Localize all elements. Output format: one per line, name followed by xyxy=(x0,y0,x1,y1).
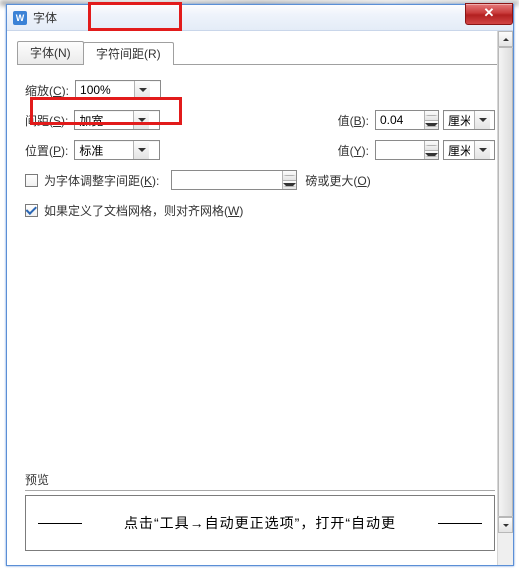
dialog-title: 字体 xyxy=(33,9,57,26)
chevron-down-icon xyxy=(479,148,487,152)
arrow-up-icon xyxy=(425,145,438,146)
close-icon: ✕ xyxy=(484,5,495,20)
scale-combo[interactable] xyxy=(75,80,161,100)
tab-bar: 字体(N) 字符间距(R) xyxy=(17,41,503,65)
value-y-spinner[interactable] xyxy=(375,140,439,160)
position-input[interactable] xyxy=(75,141,133,159)
scroll-thumb[interactable] xyxy=(498,47,513,517)
chevron-down-icon xyxy=(138,148,146,152)
kerning-down[interactable] xyxy=(283,181,296,190)
unit-y-input[interactable] xyxy=(444,141,474,159)
kerning-input[interactable] xyxy=(172,171,282,189)
kerning-up[interactable] xyxy=(283,171,296,181)
spacing-combo[interactable] xyxy=(74,110,160,130)
value-b-spinner[interactable] xyxy=(375,110,439,130)
chevron-down-icon xyxy=(139,88,147,92)
chevron-down-icon xyxy=(138,118,146,122)
preview-label: 预览 xyxy=(25,471,495,491)
titlebar[interactable]: W 字体 ✕ xyxy=(7,5,513,31)
app-icon: W xyxy=(13,11,27,25)
unit-b-combo[interactable] xyxy=(443,110,495,130)
row-scale: 缩放(C): xyxy=(25,79,495,101)
row-snap-grid: 如果定义了文档网格，则对齐网格(W) xyxy=(25,199,495,221)
kerning-spinner[interactable] xyxy=(171,170,297,190)
arrow-down-icon xyxy=(425,123,438,127)
vertical-scrollbar[interactable] xyxy=(497,31,513,565)
spacing-input[interactable] xyxy=(75,111,133,129)
preview-rule-left xyxy=(38,523,82,524)
preview-section: 预览 点击“工具→自动更正选项”，打开“自动更 xyxy=(25,471,495,551)
unit-b-dropdown[interactable] xyxy=(474,111,490,129)
kerning-checkbox[interactable] xyxy=(25,174,38,187)
arrow-up-icon xyxy=(503,38,509,41)
chevron-down-icon xyxy=(479,118,487,122)
unit-y-dropdown[interactable] xyxy=(474,141,490,159)
preview-text: 点击“工具→自动更正选项”，打开“自动更 xyxy=(124,513,396,533)
preview-box: 点击“工具→自动更正选项”，打开“自动更 xyxy=(25,495,495,551)
dialog-body: 缩放(C): 间距(S): 值(B): xyxy=(7,65,513,221)
scale-input[interactable] xyxy=(76,81,134,99)
arrow-up-icon xyxy=(283,175,296,176)
kerning-label: 为字体调整字间距(K): xyxy=(44,172,159,189)
spacing-dropdown-button[interactable] xyxy=(133,111,149,129)
arrow-down-icon xyxy=(425,153,438,157)
row-spacing: 间距(S): 值(B): xyxy=(25,109,495,131)
value-y-down[interactable] xyxy=(425,151,438,160)
value-y-input[interactable] xyxy=(376,141,424,159)
position-label: 位置(P): xyxy=(25,142,68,159)
font-dialog: W 字体 ✕ 字体(N) 字符间距(R) 缩放(C): 间距(S): xyxy=(6,4,514,566)
value-y-label: 值(Y): xyxy=(338,142,369,159)
spacing-label: 间距(S): xyxy=(25,112,68,129)
kerning-unit: 磅或更大(O) xyxy=(305,172,370,189)
arrow-down-icon xyxy=(503,524,509,527)
scroll-up-button[interactable] xyxy=(498,31,513,47)
tab-char-spacing[interactable]: 字符间距(R) xyxy=(83,42,174,65)
preview-rule-right xyxy=(438,523,482,524)
unit-b-input[interactable] xyxy=(444,111,474,129)
unit-y-combo[interactable] xyxy=(443,140,495,160)
value-b-down[interactable] xyxy=(425,121,438,130)
arrow-down-icon xyxy=(283,183,296,187)
value-b-input[interactable] xyxy=(376,111,424,129)
position-dropdown-button[interactable] xyxy=(133,141,149,159)
scroll-down-button[interactable] xyxy=(498,517,513,533)
scale-label: 缩放(C): xyxy=(25,82,69,99)
value-y-up[interactable] xyxy=(425,141,438,151)
value-b-label: 值(B): xyxy=(338,112,369,129)
position-combo[interactable] xyxy=(74,140,160,160)
snap-grid-label: 如果定义了文档网格，则对齐网格(W) xyxy=(44,202,243,219)
snap-grid-checkbox[interactable] xyxy=(25,204,38,217)
close-button[interactable]: ✕ xyxy=(465,3,513,25)
arrow-up-icon xyxy=(425,115,438,116)
tab-font[interactable]: 字体(N) xyxy=(17,41,84,64)
row-kerning: 为字体调整字间距(K): 磅或更大(O) xyxy=(25,169,495,191)
scale-dropdown-button[interactable] xyxy=(134,81,150,99)
row-position: 位置(P): 值(Y): xyxy=(25,139,495,161)
value-b-up[interactable] xyxy=(425,111,438,121)
